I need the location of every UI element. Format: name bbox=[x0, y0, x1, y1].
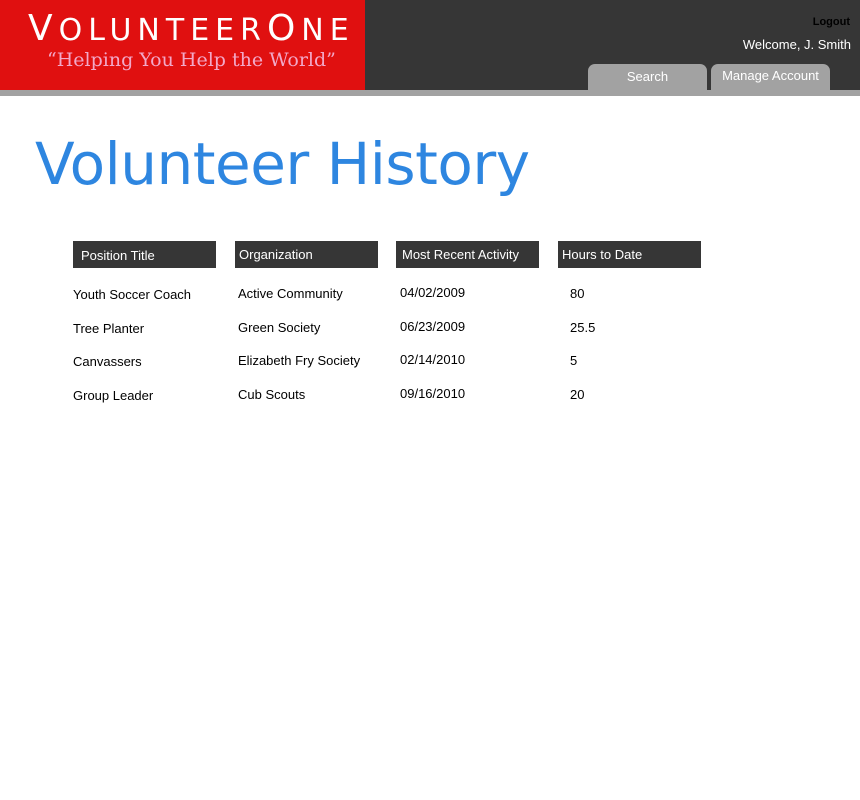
cell-hours-to-date: 20 bbox=[570, 387, 585, 402]
column-header-most-recent-activity: Most Recent Activity bbox=[396, 241, 539, 268]
cell-most-recent-activity: 06/23/2009 bbox=[400, 319, 466, 334]
cell-most-recent-activity: 04/02/2009 bbox=[400, 285, 466, 300]
cell-most-recent-activity: 09/16/2010 bbox=[400, 386, 466, 401]
header: VOLUNTEERONE “Helping You Help the World… bbox=[0, 0, 860, 90]
tab-manage-account[interactable]: Manage Account bbox=[711, 64, 830, 90]
cell-position-title: Canvassers bbox=[73, 354, 142, 369]
column-header-hours-to-date: Hours to Date bbox=[558, 241, 701, 268]
cell-position-title: Youth Soccer Coach bbox=[73, 287, 192, 302]
cell-hours-to-date: 25.5 bbox=[570, 320, 596, 335]
cell-hours-to-date: 5 bbox=[570, 353, 578, 368]
header-divider bbox=[0, 90, 860, 96]
cell-organization: Elizabeth Fry Society bbox=[238, 353, 361, 368]
cell-organization: Green Society bbox=[238, 320, 321, 335]
cell-organization: Cub Scouts bbox=[238, 387, 306, 402]
logo-tagline: “Helping You Help the World” bbox=[47, 49, 336, 71]
logo-text: VOLUNTEERONE bbox=[28, 8, 355, 49]
cell-position-title: Tree Planter bbox=[73, 321, 145, 336]
cell-position-title: Group Leader bbox=[73, 388, 154, 403]
tab-search[interactable]: Search bbox=[588, 64, 707, 90]
cell-organization: Active Community bbox=[238, 286, 343, 301]
welcome-text: Welcome, J. Smith bbox=[742, 37, 851, 52]
page-title: Volunteer History bbox=[35, 130, 530, 198]
cell-most-recent-activity: 02/14/2010 bbox=[400, 352, 466, 367]
logout-link[interactable]: Logout bbox=[813, 16, 850, 28]
column-header-position-title: Position Title bbox=[73, 241, 216, 268]
column-header-organization: Organization bbox=[235, 241, 378, 268]
logo[interactable]: VOLUNTEERONE “Helping You Help the World… bbox=[0, 0, 365, 90]
cell-hours-to-date: 80 bbox=[570, 286, 585, 301]
